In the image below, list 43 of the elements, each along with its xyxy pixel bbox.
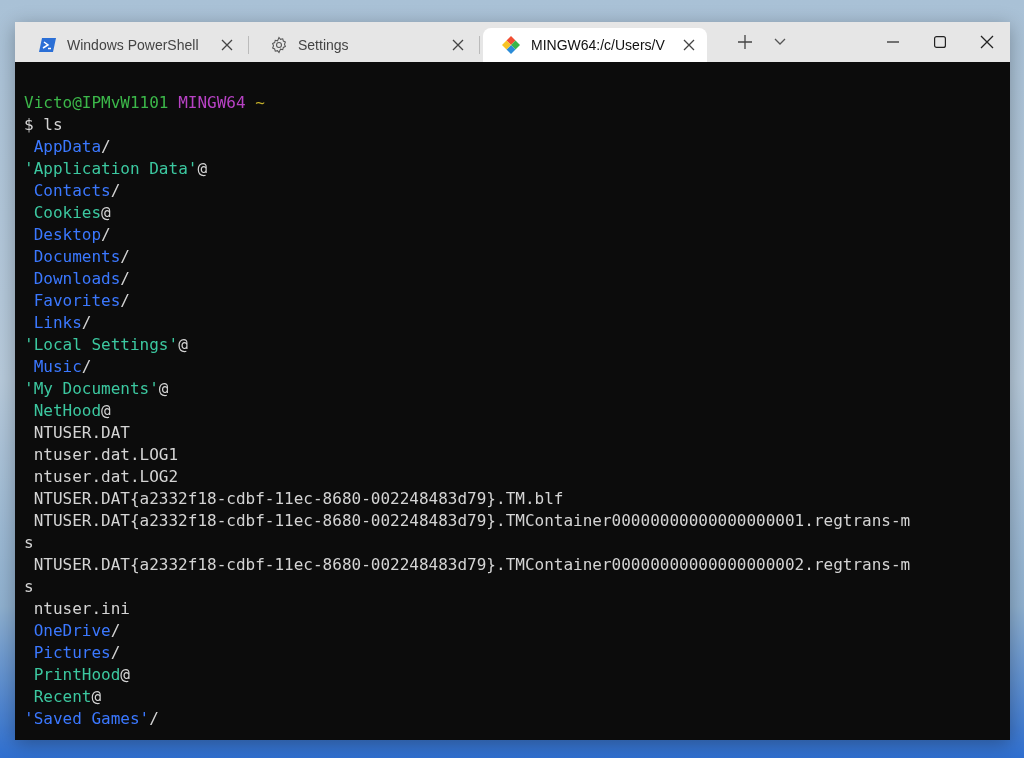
listing-line: Documents/ — [33, 246, 130, 268]
listing-line: NTUSER.DAT{a2332f18-cdbf-11ec-8680-002248483d79}.TMContainer00000000000000000001.regtrans-m — [33, 510, 911, 532]
tab[interactable]: MINGW64:/c/Users/V — [483, 28, 707, 62]
listing-line: 'My Documents'@ — [24, 378, 169, 400]
chevron-down-icon[interactable] — [774, 38, 786, 46]
close-icon[interactable] — [452, 39, 464, 51]
listing-line: Desktop/ — [33, 224, 111, 246]
listing-line: 'Saved Games'/ — [24, 708, 159, 730]
system-name-text: MINGW64 — [178, 93, 246, 112]
listing-line: AppData/ — [33, 136, 111, 158]
listing-line: OneDrive/ — [33, 620, 121, 642]
listing-line: Cookies@ — [33, 202, 111, 224]
close-icon[interactable] — [683, 39, 695, 51]
user-host-text: Victo@IPMvW1101 — [24, 93, 169, 112]
listing-line: ntuser.dat.LOG2 — [33, 466, 179, 488]
close-icon[interactable] — [221, 39, 233, 51]
listing-line: NTUSER.DAT{a2332f18-cdbf-11ec-8680-002248483d79}.TM.blf — [33, 488, 564, 510]
listing-line: s — [24, 576, 34, 598]
listing-line: ntuser.ini — [33, 598, 130, 620]
listing-line: ntuser.dat.LOG1 — [33, 444, 179, 466]
listing-line: 'Local Settings'@ — [24, 334, 188, 356]
listing-line: Recent@ — [33, 686, 102, 708]
listing-line: Contacts/ — [33, 180, 121, 202]
listing-line: s — [24, 532, 34, 554]
listing-line: NTUSER.DAT{a2332f18-cdbf-11ec-8680-002248483d79}.TMContainer00000000000000000002.regtrans-m — [33, 554, 911, 576]
plus-icon[interactable] — [738, 35, 752, 49]
listing-line: PrintHood@ — [33, 664, 130, 686]
listing-line: Pictures/ — [33, 642, 121, 664]
command-line: $ ls — [24, 114, 63, 136]
diamond-logo-icon — [501, 35, 521, 55]
path-text: ~ — [255, 93, 265, 112]
maximize-icon[interactable] — [933, 36, 946, 48]
listing-line: NTUSER.DAT — [33, 422, 130, 444]
minimize-icon[interactable] — [886, 41, 899, 43]
listing-line: 'Application Data'@ — [24, 158, 208, 180]
settings-icon — [270, 36, 288, 54]
listing-line: NetHood@ — [33, 400, 111, 422]
close-icon[interactable] — [979, 35, 994, 49]
powershell-icon — [39, 37, 57, 53]
listing-line: Favorites/ — [33, 290, 130, 312]
listing-line: Links/ — [33, 312, 92, 334]
listing-line: Downloads/ — [33, 268, 130, 290]
listing-line: Music/ — [33, 356, 92, 378]
